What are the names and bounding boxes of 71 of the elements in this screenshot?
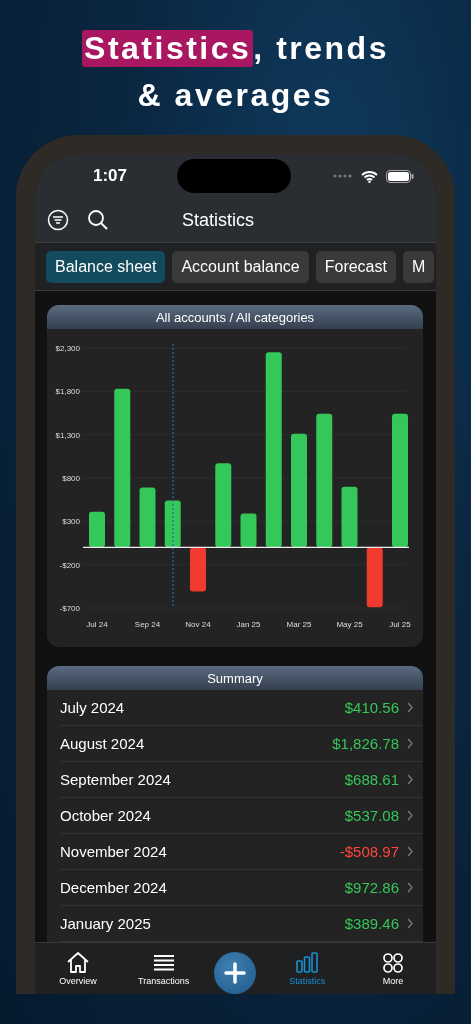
chevron-icon	[407, 738, 413, 749]
month-label: December 2024	[60, 879, 167, 896]
tab-bar-item[interactable]: Transactions	[128, 943, 199, 986]
bar	[366, 547, 383, 608]
headline-text: & averages	[137, 77, 334, 114]
axis-label: $1,300	[55, 430, 80, 440]
chevron-icon	[407, 918, 413, 929]
chevron-icon	[407, 882, 413, 893]
summary-title: Summary	[207, 670, 263, 686]
summary-row[interactable]: September 2024 $688.61	[60, 762, 423, 798]
amount: -$508.97	[339, 843, 399, 860]
headline-text: , trends	[253, 30, 389, 67]
amount: $410.56	[344, 699, 399, 716]
segment-tab[interactable]: Forecast	[315, 251, 396, 283]
summary-row[interactable]: December 2024 $972.86	[60, 870, 423, 906]
amount: $688.61	[344, 771, 399, 788]
chevron-icon	[407, 810, 413, 821]
chevron-icon	[407, 702, 413, 713]
month-label: July 2024	[60, 699, 125, 716]
screen-title: Statistics	[182, 209, 255, 231]
tab-bar-item[interactable]: Overview	[42, 943, 113, 986]
bar	[341, 486, 358, 548]
summary-row[interactable]: November 2024 -$508.97	[60, 834, 423, 870]
bar	[190, 547, 206, 592]
headline-highlight: Statistics	[82, 30, 254, 67]
bar	[139, 487, 156, 548]
segment-tab[interactable]: Balance sheet	[46, 251, 166, 283]
tab-bar-item[interactable]: More	[358, 943, 429, 986]
bar-chart-icon	[294, 950, 321, 975]
chevron-icon	[407, 774, 413, 785]
amount: $1,826.78	[332, 735, 399, 752]
amount: $537.08	[344, 807, 399, 824]
axis-label: Jan 25	[236, 620, 261, 629]
axis-label: Nov 24	[185, 620, 211, 629]
battery-icon	[386, 169, 414, 183]
axis-label: -$200	[59, 560, 80, 570]
month-label: November 2024	[60, 843, 167, 860]
summary-row[interactable]: August 2024 $1,826.78	[60, 726, 423, 762]
axis-label: -$700	[59, 604, 80, 613]
search-icon[interactable]	[87, 209, 109, 231]
month-label: September 2024	[60, 771, 171, 788]
axis-label: Sep 24	[134, 620, 161, 629]
axis-label: Jul 24	[86, 620, 108, 629]
chart-title: All accounts / All categories	[155, 309, 315, 325]
axis-label: Mar 25	[286, 620, 312, 629]
axis-label: Jul 25	[389, 620, 411, 629]
amount: $972.86	[344, 879, 399, 896]
summary-row[interactable]: October 2024 $537.08	[60, 798, 423, 834]
status-time: 1:07	[93, 166, 129, 186]
axis-label: May 25	[336, 620, 363, 629]
bar	[240, 513, 257, 548]
wifi-icon	[361, 169, 378, 183]
chevron-icon	[407, 846, 413, 857]
segment-tab[interactable]: M	[402, 251, 435, 283]
amount: $389.46	[344, 915, 399, 932]
filter-icon[interactable]	[47, 209, 69, 231]
axis-label: $300	[62, 517, 80, 527]
axis-label: $1,800	[55, 387, 80, 397]
add-button[interactable]	[214, 952, 257, 994]
tab-bar-item[interactable]: Statistics	[272, 943, 343, 986]
month-label: January 2025	[60, 915, 151, 932]
month-label: October 2024	[60, 807, 151, 824]
axis-label: $2,300	[55, 344, 80, 353]
signal-icon	[333, 174, 353, 178]
summary-row[interactable]: July 2024 $410.56	[60, 690, 423, 726]
month-label: August 2024	[60, 735, 145, 752]
segment-tab[interactable]: Account balance	[172, 251, 309, 283]
bar	[164, 500, 181, 548]
bar	[89, 511, 105, 548]
plus-icon	[224, 962, 247, 984]
axis-label: $800	[62, 474, 80, 483]
